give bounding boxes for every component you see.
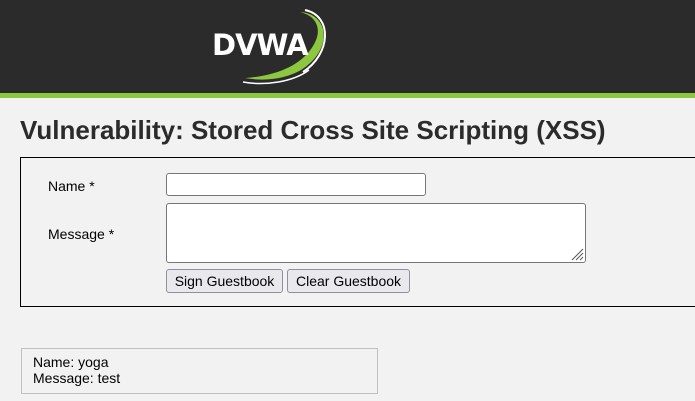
header-accent-stripe — [0, 93, 695, 98]
name-input[interactable] — [166, 173, 426, 196]
page-header: DVWA — [0, 0, 695, 93]
clear-guestbook-button[interactable]: Clear Guestbook — [287, 269, 410, 293]
dvwa-logo: DVWA — [205, 8, 340, 86]
message-textarea[interactable] — [166, 203, 586, 263]
entry-name: Name: yoga — [33, 354, 109, 370]
sign-guestbook-button[interactable]: Sign Guestbook — [166, 269, 283, 293]
guestbook-form: Name * Message * Sign Guestbook Clear Gu… — [20, 157, 695, 307]
name-label: Name * — [48, 178, 95, 194]
page-title: Vulnerability: Stored Cross Site Scripti… — [20, 115, 606, 145]
logo-text: DVWA — [212, 28, 309, 62]
guestbook-entry: Name: yoga Message: test — [21, 348, 378, 394]
message-label: Message * — [48, 226, 115, 242]
entry-message: Message: test — [33, 370, 121, 386]
